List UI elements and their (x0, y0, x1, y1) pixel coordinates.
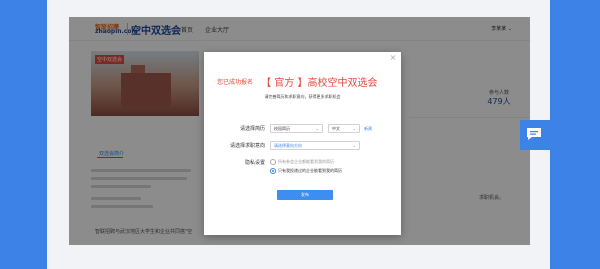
language-value: 中文 (332, 126, 340, 131)
modal-title-prefix: 您已成功报名 (217, 79, 254, 86)
privacy-option-applied-label[interactable]: 只有我投递过的企业能看到我的简历 (278, 168, 342, 174)
language-select[interactable]: 中文 ⌄ (328, 124, 360, 133)
resume-select[interactable]: 校园简历 ⌄ (270, 124, 323, 133)
resume-value: 校园简历 (274, 126, 290, 131)
chat-button[interactable] (520, 120, 550, 150)
modal-title: 您已成功报名 【 官方 】高校空中双选会 (217, 71, 377, 90)
publish-button[interactable]: 发布 (277, 190, 333, 200)
close-icon[interactable]: × (389, 54, 397, 62)
chevron-down-icon: ⌄ (352, 126, 356, 131)
intention-label: 请选择求职意向 (229, 143, 265, 149)
chevron-down-icon: ⌄ (352, 143, 356, 148)
new-resume-link[interactable]: 新建 (364, 126, 372, 132)
main-page: 智联招聘 zhaopin.com 空中双选会 首页 企业大厅 李某某 ⌄ 空中双… (69, 17, 530, 245)
resume-label: 请选择简历 (239, 126, 265, 132)
modal-subtitle: 请完善简历和求职意向，获得更多求职机会 (264, 94, 341, 99)
intention-placeholder: 请选择意向方向 (274, 143, 302, 148)
intention-select[interactable]: 请选择意向方向 ⌄ (270, 141, 360, 150)
chat-icon (527, 128, 541, 140)
privacy-option-applied-radio[interactable] (270, 168, 276, 174)
modal-title-main: 【 官方 】高校空中双选会 (261, 78, 378, 89)
chevron-down-icon: ⌄ (315, 126, 319, 131)
signup-modal: × 您已成功报名 【 官方 】高校空中双选会 请完善简历和求职意向，获得更多求职… (204, 52, 401, 235)
privacy-option-all-radio[interactable] (270, 159, 276, 165)
privacy-option-all-label[interactable]: 所有参会企业都能看到我的简历 (278, 159, 334, 165)
page-frame: 智联招聘 zhaopin.com 空中双选会 首页 企业大厅 李某某 ⌄ 空中双… (47, 0, 550, 269)
privacy-label: 隐私设置 (244, 160, 265, 166)
